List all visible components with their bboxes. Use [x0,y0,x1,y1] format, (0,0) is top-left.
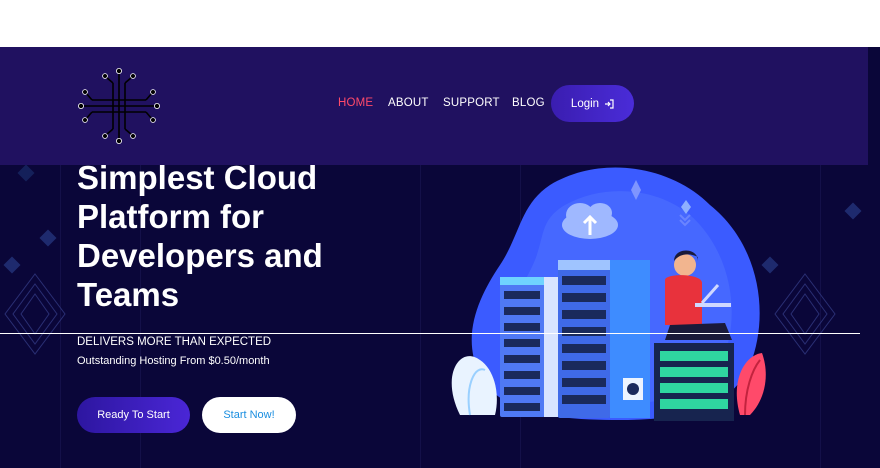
developer-with-servers-illustration [451,167,766,421]
hero-subline: Outstanding Hosting From $0.50/month [77,355,270,367]
login-label: Login [570,97,600,110]
bg-diamond [17,164,35,182]
nav-link-about[interactable]: ABOUT [388,97,429,109]
bg-concentric-diamonds [774,273,836,355]
headline-line: Simplest Cloud [77,159,318,196]
nav-link-home[interactable]: HOME [338,97,373,109]
login-arrow-icon [605,98,614,109]
divider-line [0,333,860,334]
bg-concentric-diamonds [4,273,66,355]
nav-link-blog[interactable]: BLOG [512,97,545,109]
headline-line: Developers and [77,237,323,274]
circuit-logo-icon[interactable] [78,65,160,147]
top-navbar: HOME ABOUT SUPPORT BLOG Login [0,47,868,165]
hero-headline: Simplest Cloud Platform for Developers a… [77,158,377,314]
hero-tagline: DELIVERS MORE THAN EXPECTED [77,336,272,348]
nav-link-support[interactable]: SUPPORT [443,97,500,109]
bg-diamond [39,229,57,247]
headline-line: Platform for [77,198,265,235]
headline-line: Teams [77,276,180,313]
login-button[interactable]: Login [551,85,634,122]
cloud-upload-icon [562,203,618,239]
start-now-button[interactable]: Start Now! [202,397,296,433]
bg-diamond [844,202,862,220]
ready-to-start-button[interactable]: Ready To Start [77,397,190,433]
